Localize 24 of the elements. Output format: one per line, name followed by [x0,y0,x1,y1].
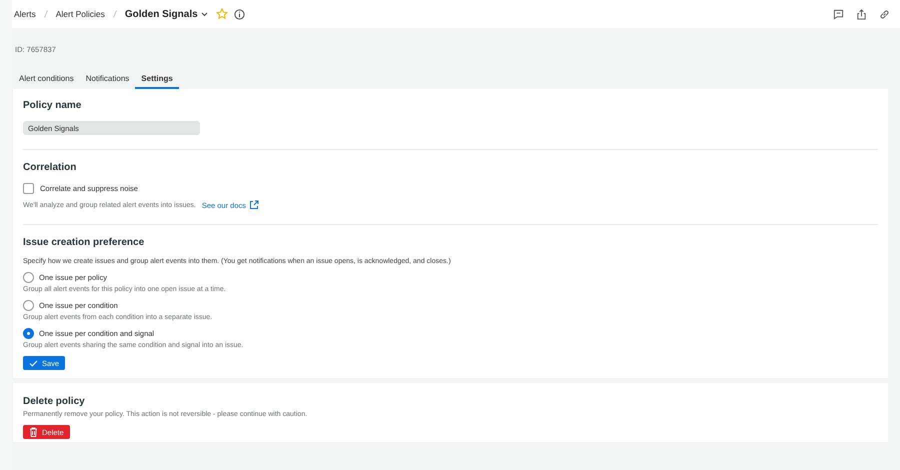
breadcrumb-separator [44,10,48,18]
comment-icon[interactable] [833,8,844,20]
checkbox[interactable] [23,183,34,194]
radio-button[interactable] [23,328,34,339]
section-heading: Policy name [23,100,82,111]
share-icon[interactable] [856,8,867,20]
link-icon[interactable] [879,8,890,20]
external-link-icon [249,200,260,210]
check-icon [29,360,38,366]
breadcrumb-link[interactable]: Alerts [14,9,36,19]
tab[interactable]: Alert conditions [13,71,80,89]
caret-icon[interactable] [200,12,208,16]
radio-button[interactable] [23,300,34,311]
section-heading: Issue creation preference [23,237,146,248]
breadcrumb-separator [112,10,117,18]
breadcrumb-link[interactable]: Alert Policies [56,9,105,19]
info-icon[interactable] [234,8,245,20]
tab[interactable]: Notifications [80,71,136,89]
trash-icon [29,427,38,437]
section-heading: Delete policy [23,396,86,407]
section-heading: Correlation [23,162,78,173]
star-icon[interactable] [216,8,228,20]
radio-button[interactable] [23,272,34,283]
page-title: Golden Signals [124,8,198,20]
